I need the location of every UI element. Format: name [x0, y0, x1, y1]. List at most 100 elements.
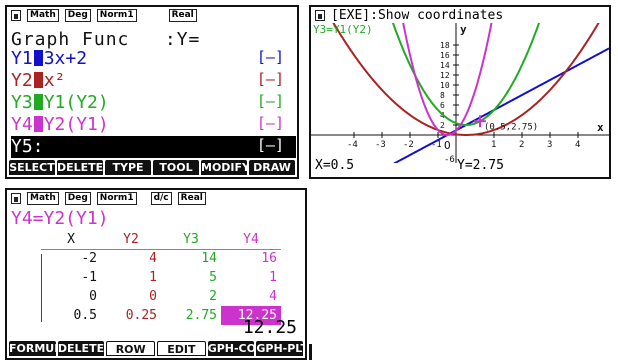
- table-cell[interactable]: 5: [161, 268, 221, 287]
- graph-hint-text: [EXE]:Show coordinates: [331, 7, 504, 23]
- function-expression: Y2(Y1): [43, 114, 109, 135]
- status-bar: Math Deg Norm1 d/c Real: [7, 190, 305, 206]
- table-cell[interactable]: 2.75: [161, 306, 221, 325]
- function-row[interactable]: Y3 Y1(Y2) [—]: [11, 92, 296, 114]
- mode-badge-dc: d/c: [150, 191, 172, 205]
- battery-icon: [11, 192, 21, 204]
- text-cursor: [309, 344, 312, 360]
- selected-cell-value: 12.25: [242, 317, 297, 338]
- y-tick-label: 12: [440, 71, 450, 80]
- y-tick-label: 8: [440, 91, 445, 100]
- type-button[interactable]: TYPE: [105, 160, 151, 175]
- y-tick-label: 14: [440, 61, 450, 70]
- mode-badge-norm: Norm1: [96, 8, 137, 22]
- table-row: -1 1 5 1: [41, 268, 281, 287]
- column-header[interactable]: Y2: [101, 230, 161, 250]
- table-cell[interactable]: 0: [41, 287, 101, 306]
- coord-x-readout: X=0.5: [315, 158, 355, 173]
- formula-button[interactable]: FORMULA: [9, 341, 56, 356]
- delete-button[interactable]: DELETE: [57, 160, 103, 175]
- table-cell[interactable]: 1: [101, 268, 161, 287]
- x-tick-label: -3: [375, 140, 386, 150]
- selected-equals-icon[interactable]: [33, 94, 43, 110]
- line-style-indicator[interactable]: [—]: [257, 136, 284, 154]
- selected-equals-icon[interactable]: [33, 116, 43, 132]
- graph-screen: [EXE]:Show coordinates 18 16 14 12 10 8 6 4 2 -6-…: [309, 5, 611, 179]
- y-tick-label: 16: [440, 51, 450, 60]
- column-header[interactable]: X: [41, 230, 101, 250]
- y-tick-label: 10: [440, 81, 450, 90]
- row-button[interactable]: ROW: [106, 341, 156, 356]
- table-cell[interactable]: -1: [41, 268, 101, 287]
- graph-function-label: Y3=Y1(Y2): [313, 23, 373, 36]
- table-cell[interactable]: -2: [41, 249, 101, 268]
- graph-header: [EXE]:Show coordinates: [311, 7, 609, 23]
- mode-badge-deg: Deg: [64, 8, 91, 22]
- y-axis-label: y: [460, 23, 467, 36]
- function-label: Y2: [11, 70, 33, 91]
- table-header-row: X Y2 Y3 Y4: [41, 230, 281, 250]
- table-cell[interactable]: 0.5: [41, 306, 101, 325]
- table-cell[interactable]: 0: [101, 287, 161, 306]
- tool-button[interactable]: TOOL: [153, 160, 199, 175]
- line-style-indicator[interactable]: [—]: [257, 48, 284, 66]
- draw-button[interactable]: DRAW: [249, 160, 295, 175]
- line-style-indicator[interactable]: [—]: [257, 92, 284, 110]
- edit-button[interactable]: EDIT: [157, 341, 206, 356]
- table-cell[interactable]: 4: [221, 287, 281, 306]
- selected-equals-icon[interactable]: [33, 50, 43, 66]
- table-cell[interactable]: 4: [101, 249, 161, 268]
- graph-connect-button[interactable]: GPH-CON: [207, 341, 255, 356]
- table-cell[interactable]: 2: [161, 287, 221, 306]
- table-row: 0024: [41, 287, 281, 306]
- battery-icon: [11, 9, 21, 21]
- selected-equals-icon[interactable]: [33, 72, 43, 88]
- line-style-indicator[interactable]: [—]: [257, 114, 284, 132]
- x-tick-label: 3: [547, 140, 552, 150]
- y-tick-label: 6: [440, 101, 445, 110]
- function-row[interactable]: Y4 Y2(Y1) [—]: [11, 114, 296, 136]
- line-style-indicator[interactable]: [—]: [257, 70, 284, 88]
- column-header[interactable]: Y3: [161, 230, 221, 250]
- table-screen: Math Deg Norm1 d/c Real Y4=Y2(Y1) X Y2 Y3 Y…: [5, 188, 307, 360]
- battery-icon: [315, 9, 325, 21]
- y-tick-label: -6: [444, 155, 455, 163]
- origin-label: O: [444, 139, 451, 152]
- status-bar: Math Deg Norm1 Real: [7, 7, 297, 23]
- function-label: Y5:: [11, 136, 44, 157]
- x-tick-label: -4: [347, 140, 358, 150]
- modify-button[interactable]: MODIFY: [201, 160, 247, 175]
- table-title: Y4=Y2(Y1): [11, 208, 109, 229]
- function-label: Y3: [11, 92, 33, 113]
- function-row[interactable]: Y2 x² [—]: [11, 70, 296, 92]
- table-cell[interactable]: 16: [221, 249, 281, 268]
- column-header[interactable]: Y4: [221, 230, 281, 250]
- function-row[interactable]: Y1 3x+2 [—]: [11, 48, 296, 70]
- x-tick-label: -2: [403, 140, 414, 150]
- mode-badge-math: Math: [27, 191, 59, 205]
- table-cell[interactable]: 1: [221, 268, 281, 287]
- graph-plot-button[interactable]: GPH-PLT: [256, 341, 304, 356]
- select-button[interactable]: SELECT: [9, 160, 55, 175]
- value-table: X Y2 Y3 Y4 -2 4 14 16 -1 1 5 1 0 0 2 4 0.5 0.25 2.75 12.25: [41, 230, 281, 325]
- y-tick-label: 18: [440, 41, 450, 50]
- mode-badge-deg: Deg: [64, 191, 91, 205]
- function-label: Y1: [11, 48, 33, 69]
- delete-button[interactable]: DELETE: [57, 341, 105, 356]
- x-tick-label: 2: [519, 140, 524, 150]
- y-tick-label: 2: [440, 121, 445, 130]
- mode-badge-real: Real: [177, 191, 206, 205]
- function-label: Y4: [11, 114, 33, 135]
- function-expression: x²: [43, 70, 66, 91]
- mode-badge-math: Math: [27, 8, 59, 22]
- table-cell[interactable]: 14: [161, 249, 221, 268]
- graph-canvas[interactable]: 18161412108642-6-4 -3 -2 -1 1 2 3 4OxyY3=Y1(Y2)…: [311, 23, 609, 163]
- function-key-bar: SELECT DELETE TYPE TOOL MODIFY DRAW: [9, 160, 295, 175]
- table-cell[interactable]: 0.25: [101, 306, 161, 325]
- page-title: Graph Func :Y=: [11, 29, 201, 50]
- function-key-bar: FORMULA DELETE ROW EDIT GPH-CON GPH-PLT: [9, 341, 304, 356]
- function-row[interactable]: Y5: [—]: [11, 136, 296, 158]
- mode-badge-norm: Norm1: [96, 191, 137, 205]
- x-axis-label: x: [597, 121, 604, 134]
- series-y2-curve: [332, 23, 600, 136]
